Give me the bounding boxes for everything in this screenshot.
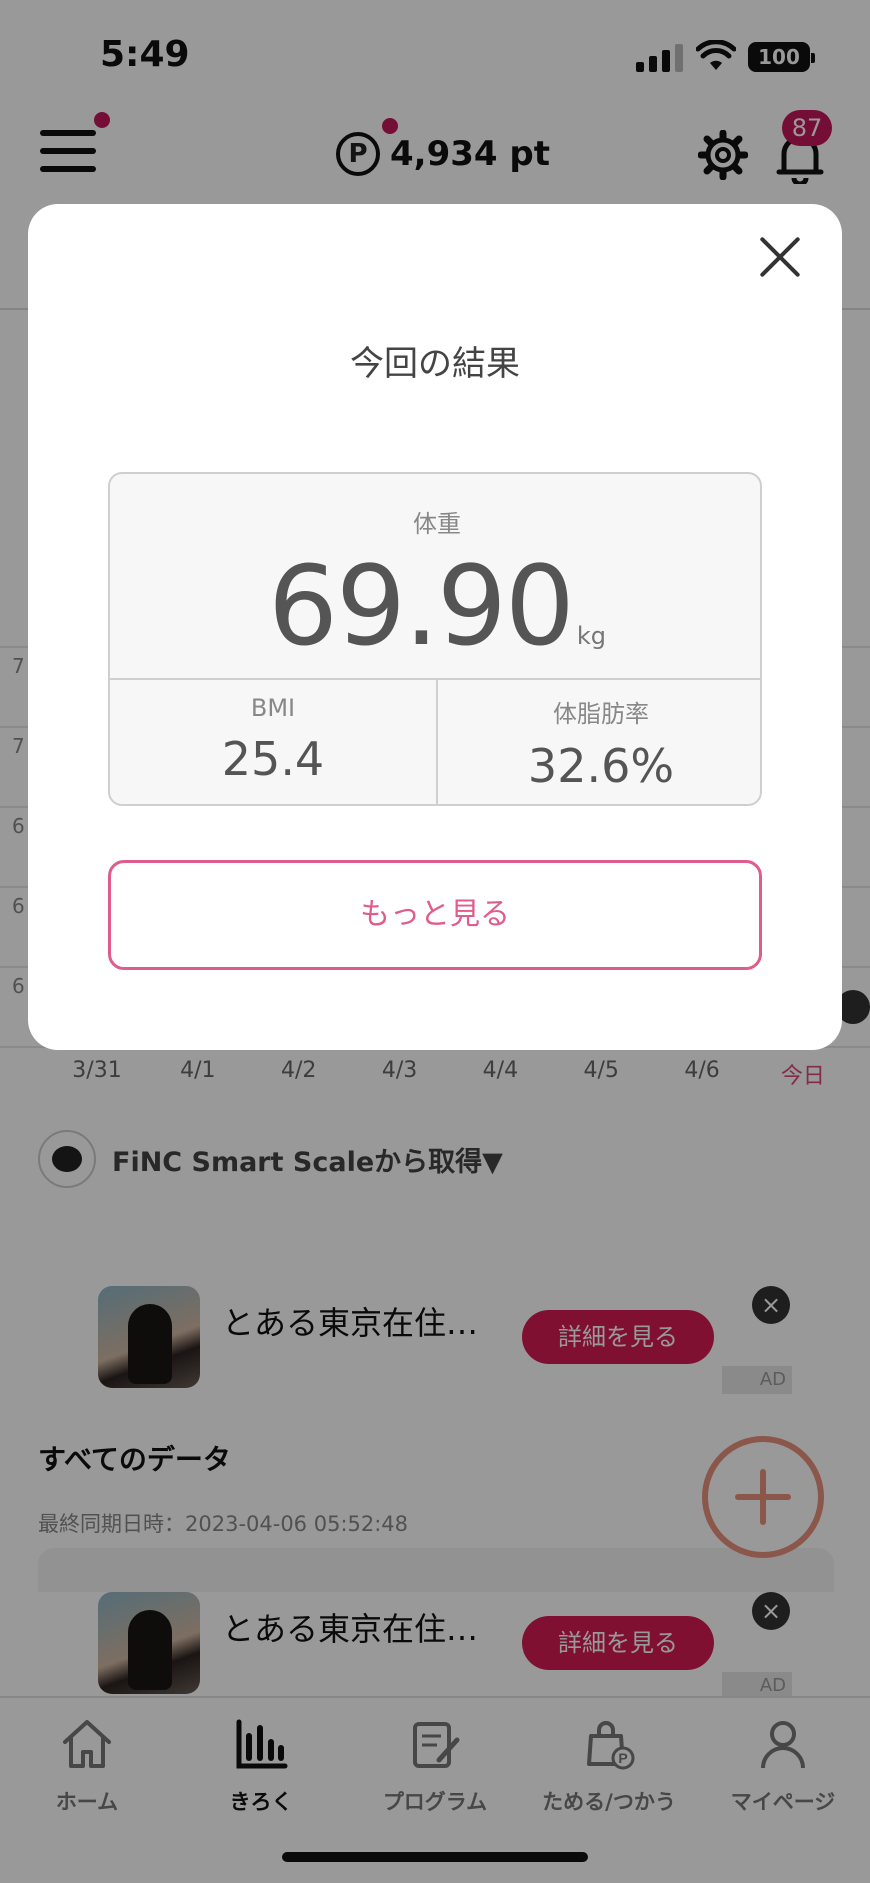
bodyfat-value: 32.6% xyxy=(527,739,675,793)
weight-value: 69.90 xyxy=(267,542,575,670)
result-modal: 今回の結果 体重 69.90 kg BMI 25.4 体脂肪率 32.6% もっと… xyxy=(28,204,842,1050)
result-summary: 体重 69.90 kg BMI 25.4 体脂肪率 32.6% xyxy=(108,472,762,806)
bodyfat-cell: 体脂肪率 32.6% xyxy=(438,680,760,804)
weight-unit: kg xyxy=(576,622,607,650)
modal-title: 今回の結果 xyxy=(350,344,520,384)
see-more-button[interactable]: もっと見る xyxy=(108,860,762,970)
bodyfat-label: 体脂肪率 xyxy=(553,700,649,728)
weight-label: 体重 xyxy=(413,510,461,538)
bmi-label: BMI xyxy=(250,694,296,722)
bmi-value: 25.4 xyxy=(221,732,325,786)
weight-value-row: 69.90 kg xyxy=(110,542,760,670)
close-icon[interactable] xyxy=(758,234,804,280)
bmi-cell: BMI 25.4 xyxy=(110,680,436,804)
